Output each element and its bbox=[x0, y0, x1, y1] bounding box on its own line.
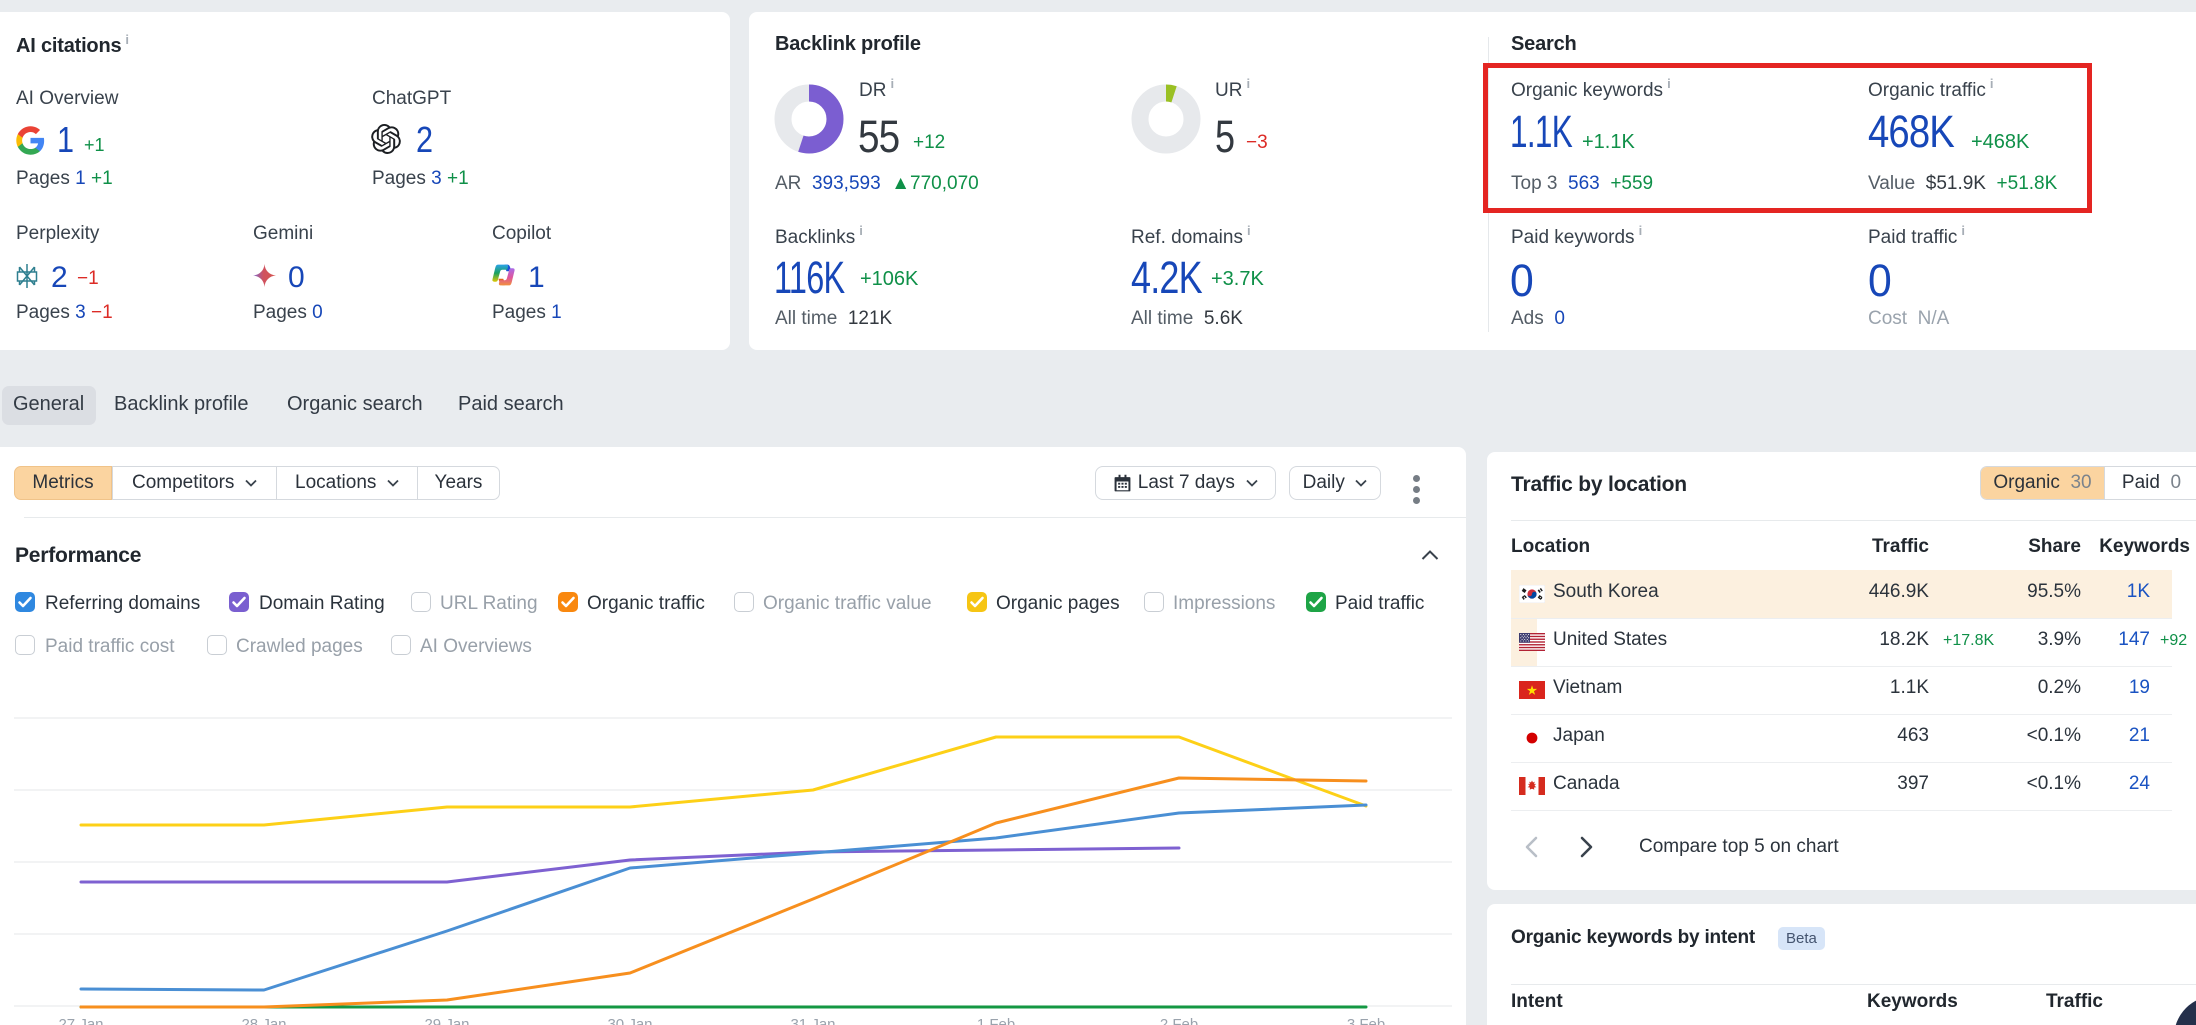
svg-text:2 Feb: 2 Feb bbox=[1160, 1016, 1198, 1025]
svg-text:29 Jan: 29 Jan bbox=[424, 1016, 469, 1025]
svg-text:30 Jan: 30 Jan bbox=[607, 1016, 652, 1025]
svg-text:3 Feb: 3 Feb bbox=[1347, 1016, 1385, 1025]
svg-text:31 Jan: 31 Jan bbox=[790, 1016, 835, 1025]
svg-text:28 Jan: 28 Jan bbox=[241, 1016, 286, 1025]
svg-text:27 Jan: 27 Jan bbox=[58, 1016, 103, 1025]
svg-text:1 Feb: 1 Feb bbox=[977, 1016, 1015, 1025]
